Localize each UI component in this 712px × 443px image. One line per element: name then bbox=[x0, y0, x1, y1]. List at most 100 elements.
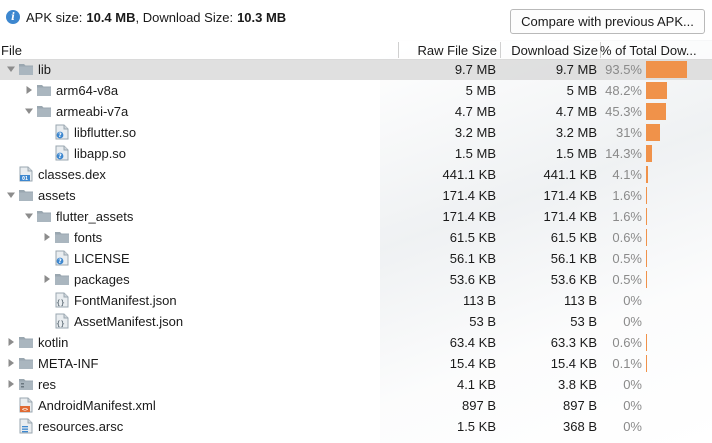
column-separator[interactable] bbox=[500, 42, 501, 58]
compare-apk-button[interactable]: Compare with previous APK... bbox=[510, 9, 705, 34]
expand-arrow-right-icon[interactable] bbox=[4, 335, 18, 349]
table-row[interactable]: fonts 61.5 KB 61.5 KB 0.6% bbox=[0, 227, 712, 248]
download-size-cell: 5 MB bbox=[566, 83, 597, 98]
folder-icon bbox=[18, 187, 34, 203]
column-header-percent[interactable]: % of Total Dow... bbox=[600, 43, 700, 58]
unknown-file-icon: ? bbox=[54, 124, 70, 140]
percent-bar bbox=[646, 145, 652, 162]
expand-arrow-right-icon[interactable] bbox=[4, 356, 18, 370]
file-name: armeabi-v7a bbox=[56, 103, 129, 119]
percent-bar bbox=[646, 82, 667, 99]
table-row[interactable]: ? libapp.so 1.5 MB 1.5 MB 14.3% bbox=[0, 143, 712, 164]
percent-bar bbox=[646, 124, 660, 141]
file-name-cell: ? LICENSE bbox=[40, 250, 130, 266]
raw-size-cell: 4.7 MB bbox=[454, 104, 496, 119]
column-separator[interactable] bbox=[398, 42, 399, 58]
expand-arrow-down-icon[interactable] bbox=[22, 209, 36, 223]
file-name-cell: META-INF bbox=[4, 355, 98, 371]
raw-size-cell: 441.1 KB bbox=[442, 167, 497, 182]
expand-arrow-right-icon[interactable] bbox=[40, 230, 54, 244]
percent-bar bbox=[646, 334, 647, 351]
folder-icon bbox=[18, 61, 34, 77]
file-name-cell: flutter_assets bbox=[22, 208, 133, 224]
table-row[interactable]: META-INF 15.4 KB 15.4 KB 0.1% bbox=[0, 353, 712, 374]
raw-size-cell: 1.5 MB bbox=[454, 146, 496, 161]
expand-arrow-right-icon[interactable] bbox=[4, 377, 18, 391]
folder-icon bbox=[36, 82, 52, 98]
table-row[interactable]: resources.arsc 1.5 KB 368 B 0% bbox=[0, 416, 712, 437]
file-name: META-INF bbox=[38, 355, 99, 371]
percent-cell: 1.6% bbox=[612, 188, 642, 203]
download-size-cell: 1.5 MB bbox=[555, 146, 597, 161]
svg-text:{}: {} bbox=[56, 299, 64, 307]
percent-bar bbox=[646, 208, 647, 225]
column-header-download-size[interactable]: Download Size bbox=[502, 43, 598, 58]
table-row[interactable]: <> AndroidManifest.xml 897 B 897 B 0% bbox=[0, 395, 712, 416]
dex-file-icon: 01 bbox=[18, 166, 34, 182]
arsc-file-icon bbox=[18, 418, 34, 434]
expand-arrow-down-icon[interactable] bbox=[22, 104, 36, 118]
raw-size-cell: 4.1 KB bbox=[456, 377, 496, 392]
raw-size-cell: 63.4 KB bbox=[449, 335, 496, 350]
percent-cell: 0% bbox=[623, 377, 642, 392]
expand-arrow-down-icon[interactable] bbox=[4, 62, 18, 76]
file-name: libflutter.so bbox=[74, 124, 137, 140]
raw-size-cell: 15.4 KB bbox=[449, 356, 496, 371]
file-name-cell: lib bbox=[4, 61, 51, 77]
expand-arrow-right-icon[interactable] bbox=[22, 83, 36, 97]
table-row[interactable]: ? libflutter.so 3.2 MB 3.2 MB 31% bbox=[0, 122, 712, 143]
table-row[interactable]: ? LICENSE 56.1 KB 56.1 KB 0.5% bbox=[0, 248, 712, 269]
download-size-cell: 897 B bbox=[563, 398, 597, 413]
table-row[interactable]: lib 9.7 MB 9.7 MB 93.5% bbox=[0, 59, 712, 80]
folder-icon bbox=[18, 355, 34, 371]
resource-folder-icon bbox=[18, 376, 34, 392]
apk-size-value: 10.4 MB bbox=[86, 9, 136, 25]
file-name-cell: <> AndroidManifest.xml bbox=[4, 397, 156, 413]
raw-size-cell: 171.4 KB bbox=[442, 209, 497, 224]
expand-arrow-right-icon[interactable] bbox=[40, 272, 54, 286]
file-name: assets bbox=[38, 187, 76, 203]
file-name: AndroidManifest.xml bbox=[38, 397, 156, 413]
file-name-cell: kotlin bbox=[4, 334, 68, 350]
file-name: resources.arsc bbox=[38, 418, 124, 434]
percent-cell: 0% bbox=[623, 419, 642, 434]
table-row[interactable]: flutter_assets 171.4 KB 171.4 KB 1.6% bbox=[0, 206, 712, 227]
raw-size-cell: 3.2 MB bbox=[454, 125, 496, 140]
file-name: res bbox=[38, 376, 57, 392]
download-size-cell: 4.7 MB bbox=[555, 104, 597, 119]
file-name-cell: armeabi-v7a bbox=[22, 103, 128, 119]
table-row[interactable]: packages 53.6 KB 53.6 KB 0.5% bbox=[0, 269, 712, 290]
raw-size-cell: 53.6 KB bbox=[449, 272, 496, 287]
column-header-raw-size[interactable]: Raw File Size bbox=[400, 43, 497, 58]
table-row[interactable]: kotlin 63.4 KB 63.3 KB 0.6% bbox=[0, 332, 712, 353]
percent-cell: 0% bbox=[623, 314, 642, 329]
download-size-cell: 56.1 KB bbox=[550, 251, 597, 266]
xml-file-icon: <> bbox=[18, 397, 34, 413]
file-name-cell: assets bbox=[4, 187, 76, 203]
download-size-cell: 63.3 KB bbox=[550, 335, 597, 350]
svg-text:?: ? bbox=[58, 132, 62, 139]
table-row[interactable]: {} AssetManifest.json 53 B 53 B 0% bbox=[0, 311, 712, 332]
info-icon: i bbox=[6, 10, 20, 24]
expand-arrow-down-icon[interactable] bbox=[4, 188, 18, 202]
svg-text:01: 01 bbox=[22, 176, 28, 182]
download-size-cell: 15.4 KB bbox=[550, 356, 597, 371]
table-row[interactable]: res 4.1 KB 3.8 KB 0% bbox=[0, 374, 712, 395]
table-row[interactable]: arm64-v8a 5 MB 5 MB 48.2% bbox=[0, 80, 712, 101]
table-row[interactable]: assets 171.4 KB 171.4 KB 1.6% bbox=[0, 185, 712, 206]
file-name: lib bbox=[38, 61, 52, 77]
file-name-cell: ? libapp.so bbox=[40, 145, 126, 161]
download-size-cell: 113 B bbox=[563, 293, 597, 308]
table-row[interactable]: armeabi-v7a 4.7 MB 4.7 MB 45.3% bbox=[0, 101, 712, 122]
file-name: classes.dex bbox=[38, 166, 106, 182]
table-row[interactable]: {} FontManifest.json 113 B 113 B 0% bbox=[0, 290, 712, 311]
table-row[interactable]: 01 classes.dex 441.1 KB 441.1 KB 4.1% bbox=[0, 164, 712, 185]
raw-size-cell: 171.4 KB bbox=[442, 188, 497, 203]
file-name: FontManifest.json bbox=[74, 292, 177, 308]
column-header-file[interactable]: File bbox=[1, 43, 396, 58]
